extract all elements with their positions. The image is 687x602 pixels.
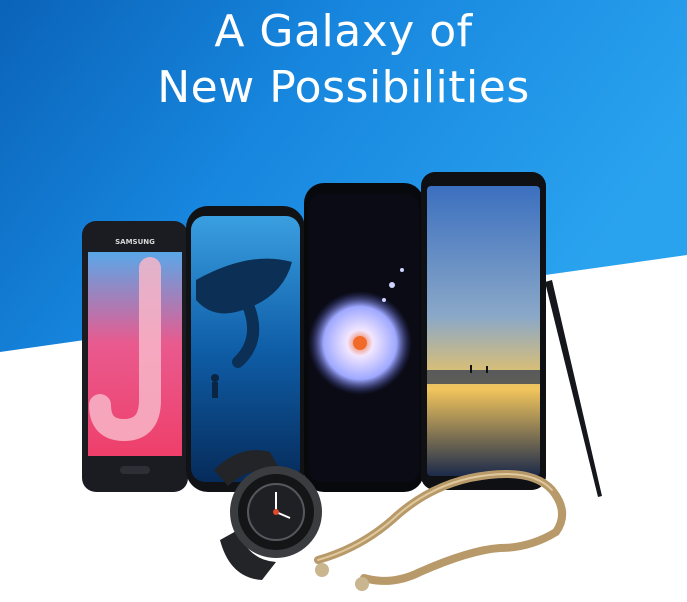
phone-galaxy-j: SAMSUNG: [82, 221, 188, 492]
phone-brand-label: SAMSUNG: [115, 238, 155, 246]
s-pen-stylus: [545, 280, 602, 497]
phone-galaxy-s8: [186, 206, 305, 492]
phone-galaxy-s9: [304, 183, 424, 492]
phone-galaxy-note8: [421, 172, 546, 490]
promo-banner: A Galaxy of New Possibilities SAMSUNG: [0, 0, 687, 602]
product-lineup: SAMSUNG: [82, 172, 602, 591]
